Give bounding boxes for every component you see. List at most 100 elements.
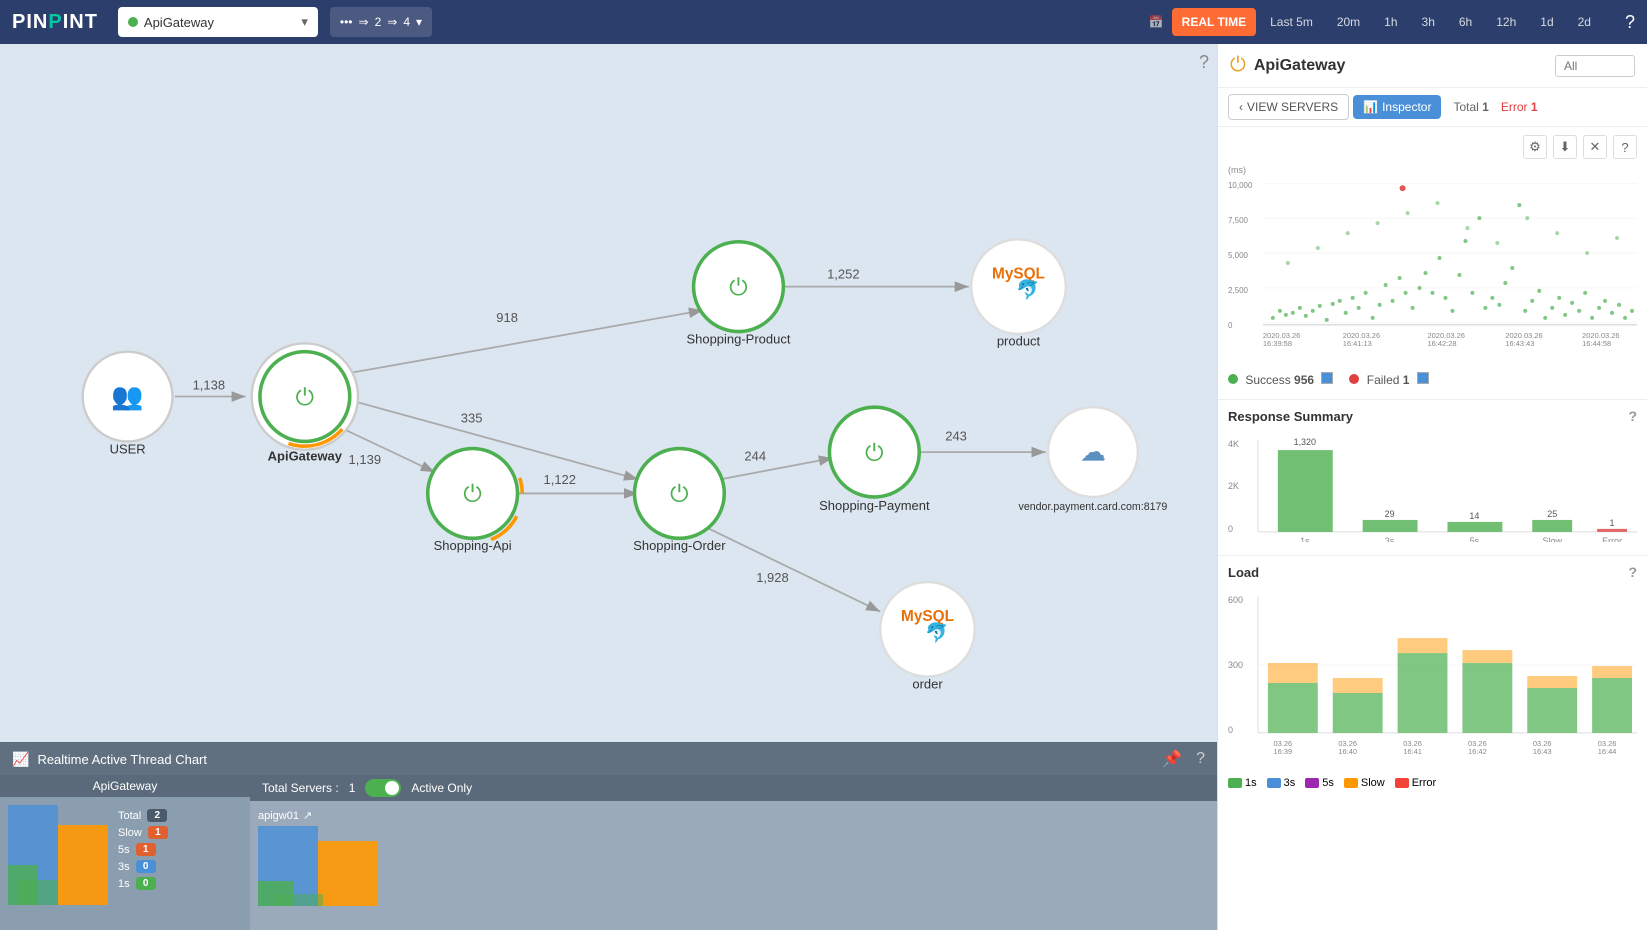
time-btn-realtime[interactable]: REAL TIME	[1172, 8, 1256, 36]
app-status-dot	[128, 17, 138, 27]
active-only-toggle[interactable]	[365, 779, 401, 797]
svg-text:16:44: 16:44	[1598, 747, 1617, 756]
app-header: PINPINT ApiGateway ▾ ••• ⇒ 2 ⇒ 4 ▾ 📅 REA…	[0, 0, 1647, 44]
svg-text:2K: 2K	[1228, 481, 1239, 491]
pin-icon[interactable]: 📌	[1162, 749, 1182, 769]
svg-text:(ms): (ms)	[1228, 165, 1246, 175]
mysql-dolphin-product: 🐬	[1016, 278, 1040, 301]
server-apigw01-name: apigw01 ↗	[258, 809, 378, 822]
server-apigw01: apigw01 ↗	[258, 809, 378, 922]
legend-error-color	[1395, 778, 1409, 788]
thread-servers-area: Total Servers : 1 Active Only apigw01 ↗	[250, 775, 1217, 930]
failed-count: 1	[1403, 373, 1410, 387]
scatter-section: ⚙ ⬇ ✕ ? (ms) 10,000 7,500 5,000 2,500 0	[1218, 127, 1647, 400]
legend-3s-label: 3s	[1284, 777, 1296, 789]
power-icon-sapi: ⏻	[463, 482, 482, 508]
edge-label-sorder-spayment: 244	[744, 448, 766, 463]
time-btn-3h[interactable]: 3h	[1412, 8, 1445, 36]
svg-text:14: 14	[1469, 511, 1479, 521]
load-chart: 600 300 0	[1228, 588, 1637, 768]
help-icon[interactable]: ?	[1625, 12, 1635, 32]
inspector-tabs: ‹ VIEW SERVERS 📊 Inspector Total 1 Error…	[1218, 88, 1647, 127]
view-servers-label: VIEW SERVERS	[1247, 100, 1338, 114]
svg-text:1: 1	[1610, 518, 1615, 528]
app-selector[interactable]: ApiGateway ▾	[118, 7, 318, 37]
time-btn-1d[interactable]: 1d	[1530, 8, 1563, 36]
failed-checkbox[interactable]	[1417, 372, 1429, 384]
time-btn-6h[interactable]: 6h	[1449, 8, 1482, 36]
stat-total-value: 2	[147, 809, 167, 822]
app-selector-name: ApiGateway	[144, 15, 214, 30]
svg-text:16:41:13: 16:41:13	[1343, 339, 1372, 348]
svg-text:0: 0	[1228, 725, 1233, 735]
load-section-title: Load ?	[1228, 564, 1637, 580]
success-checkbox[interactable]	[1321, 372, 1333, 384]
stat-total-label: Total	[118, 810, 141, 822]
total-servers-label: Total Servers :	[262, 781, 339, 795]
legend-5s-label: 5s	[1322, 777, 1334, 789]
legend-slow-color	[1344, 778, 1358, 788]
thread-help-icon[interactable]: ?	[1196, 750, 1205, 768]
server-name-text: apigw01	[258, 810, 299, 822]
node-order-label: order	[912, 676, 943, 691]
inspector-button[interactable]: 📊 Inspector	[1353, 95, 1441, 119]
settings-icon[interactable]: ⚙	[1523, 135, 1547, 159]
total-servers-count: 1	[349, 781, 356, 795]
svg-text:16:42:28: 16:42:28	[1428, 339, 1457, 348]
inspector-search-input[interactable]	[1555, 55, 1635, 77]
edge-sorder-spayment	[721, 458, 833, 479]
node-sproduct-label: Shopping-Product	[686, 331, 790, 346]
help-icon[interactable]: ?	[1613, 135, 1637, 159]
svg-text:5s: 5s	[1470, 536, 1480, 542]
view-servers-button[interactable]: ‹ VIEW SERVERS	[1228, 94, 1349, 120]
legend-5s: 5s	[1305, 777, 1334, 789]
response-section: Response Summary ? 4K 2K 0 1,320 1s 29 3…	[1218, 400, 1647, 556]
topology-map[interactable]: 1,138 918 1,139 335 1,252 1,122 244	[0, 44, 1217, 742]
legend-3s-color	[1267, 778, 1281, 788]
success-label: Success	[1245, 373, 1290, 387]
chart-bar-icon: 📊	[1363, 100, 1378, 114]
edge-label-sproduct-product: 1,252	[827, 266, 860, 281]
close-icon[interactable]: ✕	[1583, 135, 1607, 159]
svg-text:300: 300	[1228, 660, 1243, 670]
svg-text:Slow: Slow	[1542, 536, 1562, 542]
time-btn-1h[interactable]: 1h	[1374, 8, 1407, 36]
node-vendor-label: vendor.payment.card.com:8179	[1019, 501, 1168, 513]
server-instances-area: apigw01 ↗	[250, 801, 1217, 930]
chevron-down-icon: ▾	[416, 15, 422, 29]
external-link-icon[interactable]: ↗	[303, 809, 312, 822]
time-btn-2d[interactable]: 2d	[1568, 8, 1601, 36]
svg-text:16:39: 16:39	[1274, 747, 1293, 756]
load-title-text: Load	[1228, 565, 1259, 580]
node-spayment-label: Shopping-Payment	[819, 498, 930, 513]
user-icon: 👥	[111, 381, 143, 411]
time-btn-20m[interactable]: 20m	[1327, 8, 1370, 36]
topology-help-icon[interactable]: ?	[1199, 52, 1209, 73]
inspector-app-title: ApiGateway	[1254, 57, 1346, 75]
stat-5s: 5s 1	[118, 843, 168, 856]
edge-label-api-shoppingapi: 1,139	[349, 452, 382, 467]
edge-label-api-order: 335	[461, 411, 483, 426]
svg-text:16:39:58: 16:39:58	[1263, 339, 1292, 348]
svg-text:3s: 3s	[1385, 536, 1395, 542]
download-icon[interactable]: ⬇	[1553, 135, 1577, 159]
thread-chart-title: Realtime Active Thread Chart	[37, 752, 207, 767]
agent-dots: •••	[340, 15, 353, 29]
thread-mini-chart	[8, 805, 108, 905]
power-icon-sorder: ⏻	[670, 482, 689, 508]
response-title-text: Response Summary	[1228, 409, 1353, 424]
time-btn-12h[interactable]: 12h	[1486, 8, 1526, 36]
time-btn-5m[interactable]: Last 5m	[1260, 8, 1323, 36]
response-help-icon[interactable]: ?	[1628, 408, 1637, 424]
scatter-toolbar: ⚙ ⬇ ✕ ?	[1228, 135, 1637, 159]
legend-3s: 3s	[1267, 777, 1296, 789]
svg-text:16:43:43: 16:43:43	[1505, 339, 1534, 348]
edge-label-sorder-order: 1,928	[756, 570, 789, 585]
load-help-icon[interactable]: ?	[1628, 564, 1637, 580]
stat-slow-value: 1	[148, 826, 168, 839]
thread-chart-body: ApiGateway Total	[0, 775, 1217, 930]
active-only-label: Active Only	[411, 781, 472, 795]
svg-text:16:44:58: 16:44:58	[1582, 339, 1611, 348]
app-logo: PINPINT	[12, 11, 98, 34]
svg-text:16:43: 16:43	[1533, 747, 1552, 756]
